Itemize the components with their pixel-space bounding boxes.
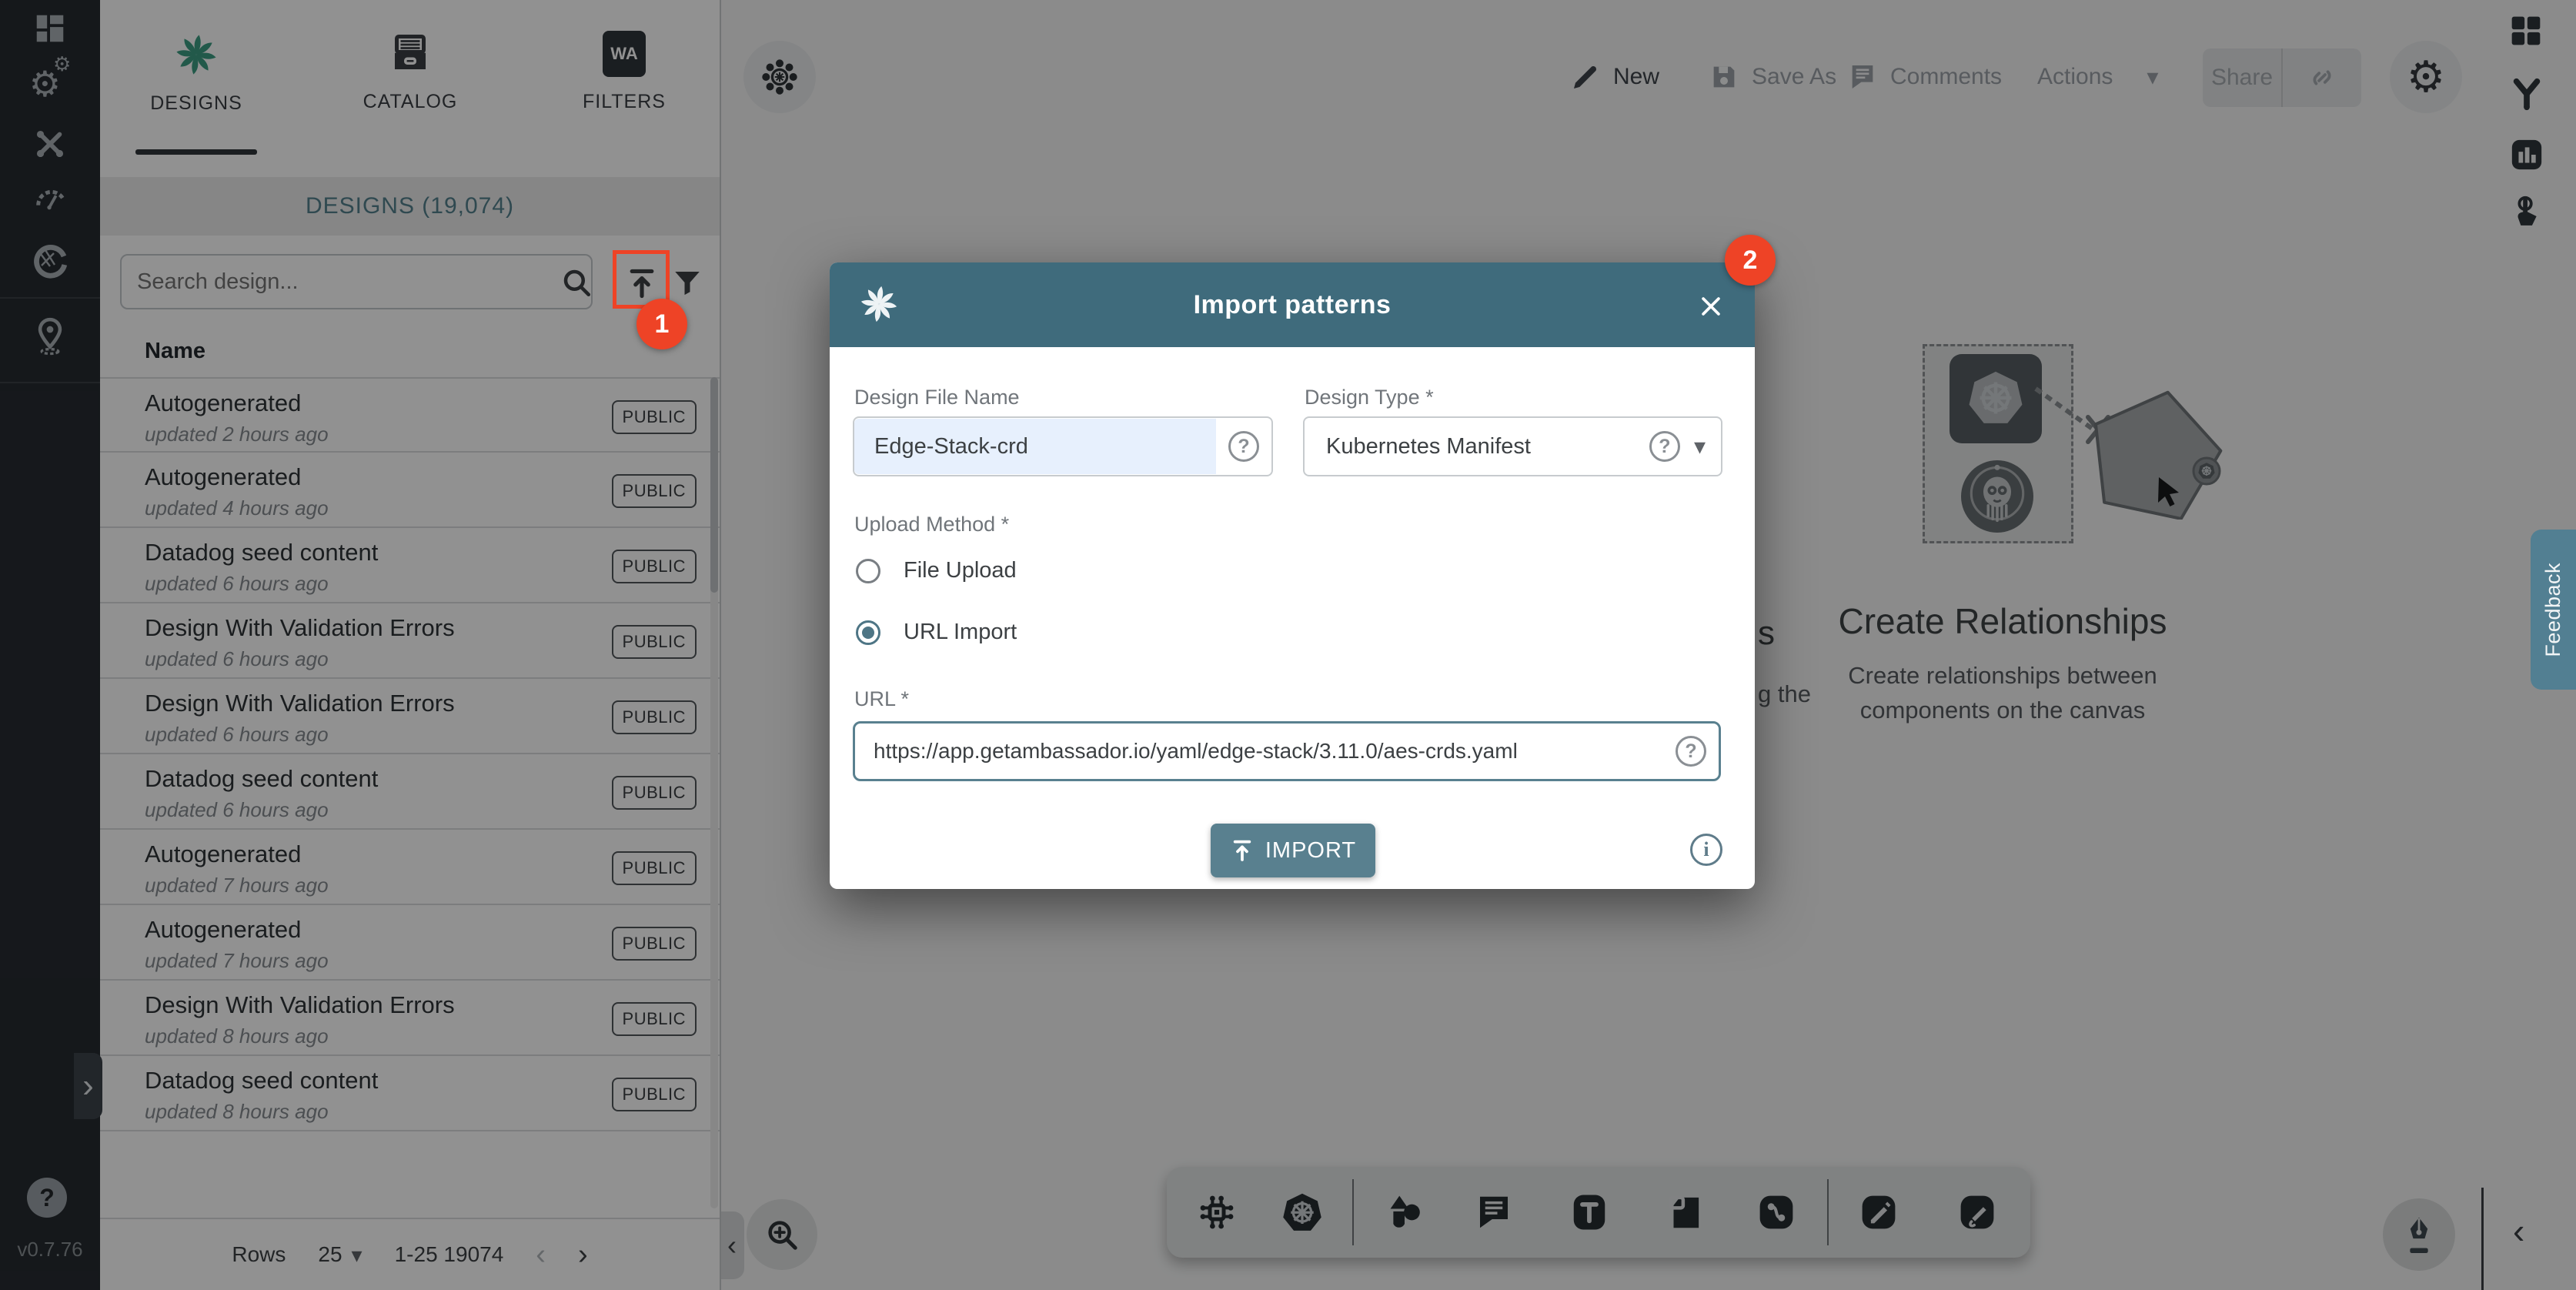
design-type-label: Design Type * [1305,386,1434,409]
step2-badge: 2 [1725,235,1776,286]
help-question-icon[interactable]: ? [1228,431,1259,462]
chevron-down-icon: ▾ [1694,433,1706,460]
url-import-radio-label: URL Import [904,620,1017,645]
info-icon[interactable]: i [1690,834,1722,866]
upload-icon [1230,838,1255,863]
design-file-name-field: ? [853,416,1273,476]
file-upload-radio-label: File Upload [904,558,1017,583]
feedback-tab-label: Feedback [2541,563,2565,657]
help-question-icon[interactable]: ? [1649,431,1680,462]
design-file-name-input[interactable] [854,419,1216,474]
design-type-select[interactable]: Kubernetes Manifest ? ▾ [1303,416,1722,476]
modal-title: Import patterns [830,290,1755,320]
close-icon[interactable] [1698,293,1724,319]
import-patterns-modal: Import patterns Design File Name ? Desig… [830,262,1755,889]
url-input[interactable] [855,738,1663,764]
radio-selected-icon[interactable] [856,620,880,645]
feedback-tab[interactable]: Feedback [2531,530,2576,690]
radio-unselected-icon[interactable] [856,559,880,583]
design-file-name-label: Design File Name [854,386,1020,409]
file-upload-radio-row[interactable]: File Upload [856,558,1017,583]
import-button[interactable]: IMPORT [1211,824,1375,877]
step1-badge: 1 [636,299,687,349]
design-type-value: Kubernetes Manifest [1326,434,1649,460]
meshery-playground: ⚙⚙ › ? v0.7.76 DESIGNS CATALOG WA FILTER… [0,0,2576,1290]
url-label: URL * [854,687,909,711]
url-field: ? [853,721,1721,781]
help-question-icon[interactable]: ? [1676,736,1706,767]
upload-method-label: Upload Method * [854,513,1009,536]
modal-header: Import patterns [830,262,1755,347]
url-import-radio-row[interactable]: URL Import [856,620,1017,645]
